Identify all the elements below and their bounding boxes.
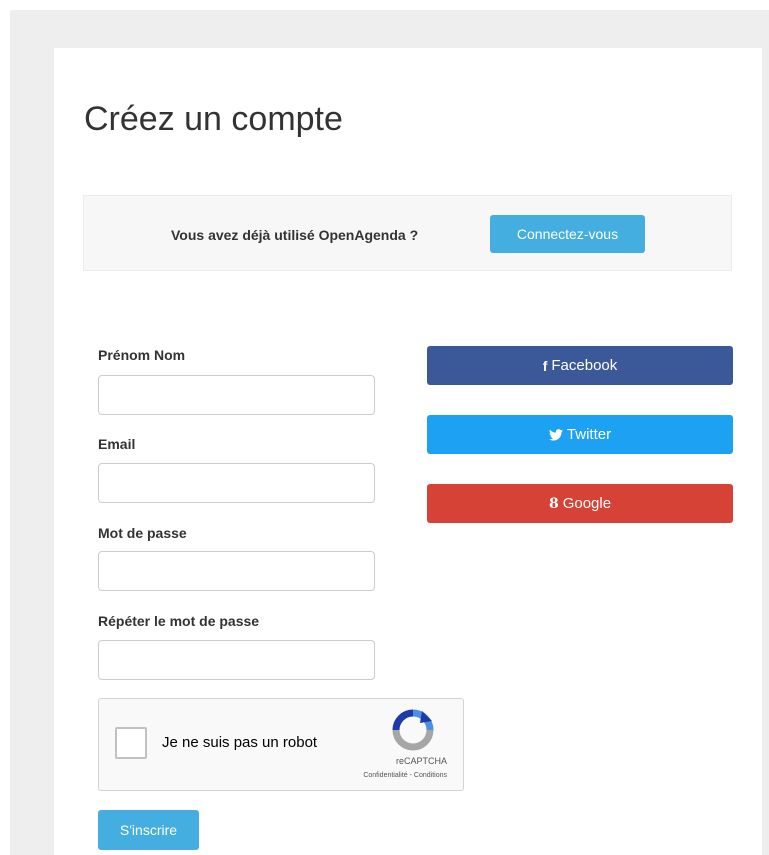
google-button-label: Google [562,495,612,512]
twitter-button-label: Twitter [566,426,612,443]
email-field-label: Email [98,436,136,452]
recaptcha-links[interactable]: Confidentialité - Conditions [363,772,447,779]
repeat-password-field[interactable] [98,640,375,680]
google-icon: 8 [548,495,559,512]
login-prompt-text: Vous avez déjà utilisé OpenAgenda ? [171,227,419,243]
name-field[interactable] [98,375,375,415]
repeat-password-field-label: Répéter le mot de passe [98,613,260,629]
login-prompt-box: Vous avez déjà utilisé OpenAgenda ? Conn… [83,195,732,271]
submit-button[interactable]: S'inscrire [98,810,199,850]
name-field-label: Prénom Nom [98,347,186,363]
login-button[interactable]: Connectez-vous [490,215,645,253]
password-field[interactable] [98,551,375,591]
facebook-icon: f [542,357,548,374]
password-field-label: Mot de passe [98,525,187,541]
page-title: Créez un compte [84,100,343,138]
signup-card: Créez un compte Vous avez déjà utilisé O… [54,48,762,855]
recaptcha-brand: reCAPTCHA [395,756,447,766]
twitter-icon [548,428,563,441]
recaptcha-checkbox[interactable] [115,727,147,759]
email-field[interactable] [98,463,375,503]
facebook-button-label: Facebook [551,357,618,374]
facebook-button[interactable]: f Facebook [427,346,733,385]
recaptcha-logo-icon [392,709,434,751]
google-button[interactable]: 8 Google [427,484,733,523]
recaptcha-widget: Je ne suis pas un robot reCAPTCHA Confid… [98,698,464,791]
recaptcha-label: Je ne suis pas un robot [162,734,318,751]
twitter-button[interactable]: Twitter [427,415,733,454]
